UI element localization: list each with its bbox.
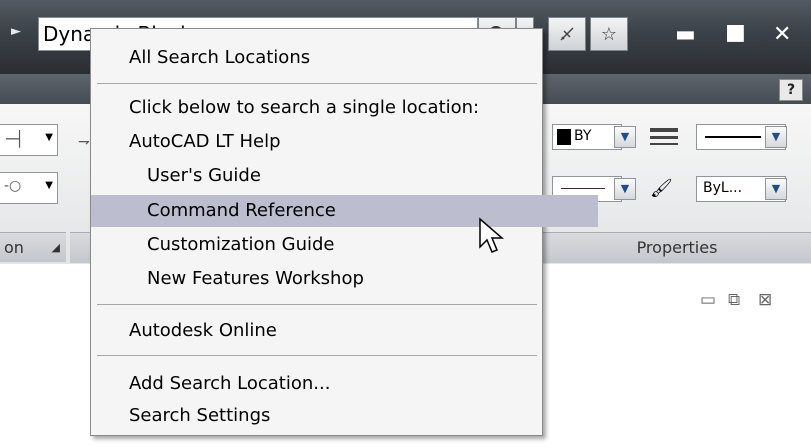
lineweight-dropdown[interactable]: ▼: [765, 126, 787, 148]
restore-icon[interactable]: ⧉: [728, 290, 740, 310]
panel-expand-icon[interactable]: ◢: [52, 233, 60, 263]
minimize-icon[interactable]: ▭: [700, 290, 716, 310]
panel-footer-divider: [70, 232, 90, 263]
lineweight-icon: [650, 128, 678, 145]
text-style-icon[interactable]: ⇁: [78, 134, 90, 150]
favorites-button[interactable]: ☆: [590, 17, 628, 51]
menu-item-autocad-help[interactable]: AutoCAD LT Help: [91, 126, 580, 158]
chevron-down-icon: ▼: [45, 180, 53, 191]
line-preview: [705, 136, 761, 138]
star-icon: ☆: [600, 23, 618, 45]
menu-separator: [97, 355, 537, 356]
menu-item-add-search-location[interactable]: Add Search Location...: [91, 368, 580, 400]
chevron-down-icon: ▼: [620, 182, 630, 195]
close-icon[interactable]: ✕: [773, 22, 791, 47]
chevron-down-icon: ▼: [45, 132, 53, 143]
menu-item-new-features-workshop[interactable]: New Features Workshop: [91, 263, 598, 295]
menu-item-all-locations[interactable]: All Search Locations: [91, 42, 580, 74]
chevron-down-icon: ▼: [771, 182, 781, 195]
plot-style-icon: 🖌: [650, 178, 673, 199]
maximize-icon[interactable]: ■: [725, 20, 746, 45]
search-locations-menu: All Search Locations Click below to sear…: [90, 28, 598, 436]
dimension-icon: ─┤: [6, 130, 25, 148]
expand-arrow-icon[interactable]: ►: [11, 24, 21, 39]
menu-separator: [97, 83, 537, 84]
help-button[interactable]: ?: [779, 79, 803, 101]
leader-icon: -○: [4, 178, 22, 194]
leader-tool[interactable]: -○ ▼: [0, 172, 58, 204]
linetype-dropdown[interactable]: ▼: [614, 178, 636, 200]
chevron-down-icon: ▼: [620, 130, 630, 143]
menu-header-single-location: Click below to search a single location:: [129, 97, 480, 118]
dimension-tool[interactable]: ─┤ ▼: [0, 124, 58, 156]
satellite-icon: [560, 27, 574, 41]
plot-style-value: ByL...: [703, 180, 743, 196]
menu-item-search-settings[interactable]: Search Settings: [91, 400, 580, 432]
chevron-down-icon: ▼: [771, 130, 781, 143]
menu-item-users-guide[interactable]: User's Guide: [91, 160, 598, 192]
close-icon[interactable]: ⊠: [758, 290, 772, 310]
menu-separator: [97, 304, 537, 305]
plot-style-dropdown[interactable]: ▼: [765, 178, 787, 200]
menu-item-autodesk-online[interactable]: Autodesk Online: [91, 315, 580, 347]
properties-footer-label: Properties: [636, 238, 718, 257]
mouse-cursor-icon: [479, 217, 504, 253]
menu-item-command-reference[interactable]: Command Reference: [91, 195, 598, 227]
menu-item-customization-guide[interactable]: Customization Guide: [91, 229, 598, 261]
minimize-icon[interactable]: ▬: [675, 22, 696, 47]
color-dropdown[interactable]: ▼: [614, 126, 636, 148]
panel-footer-left[interactable]: on ◢: [0, 232, 66, 262]
panel-footer-label: on: [4, 238, 24, 257]
